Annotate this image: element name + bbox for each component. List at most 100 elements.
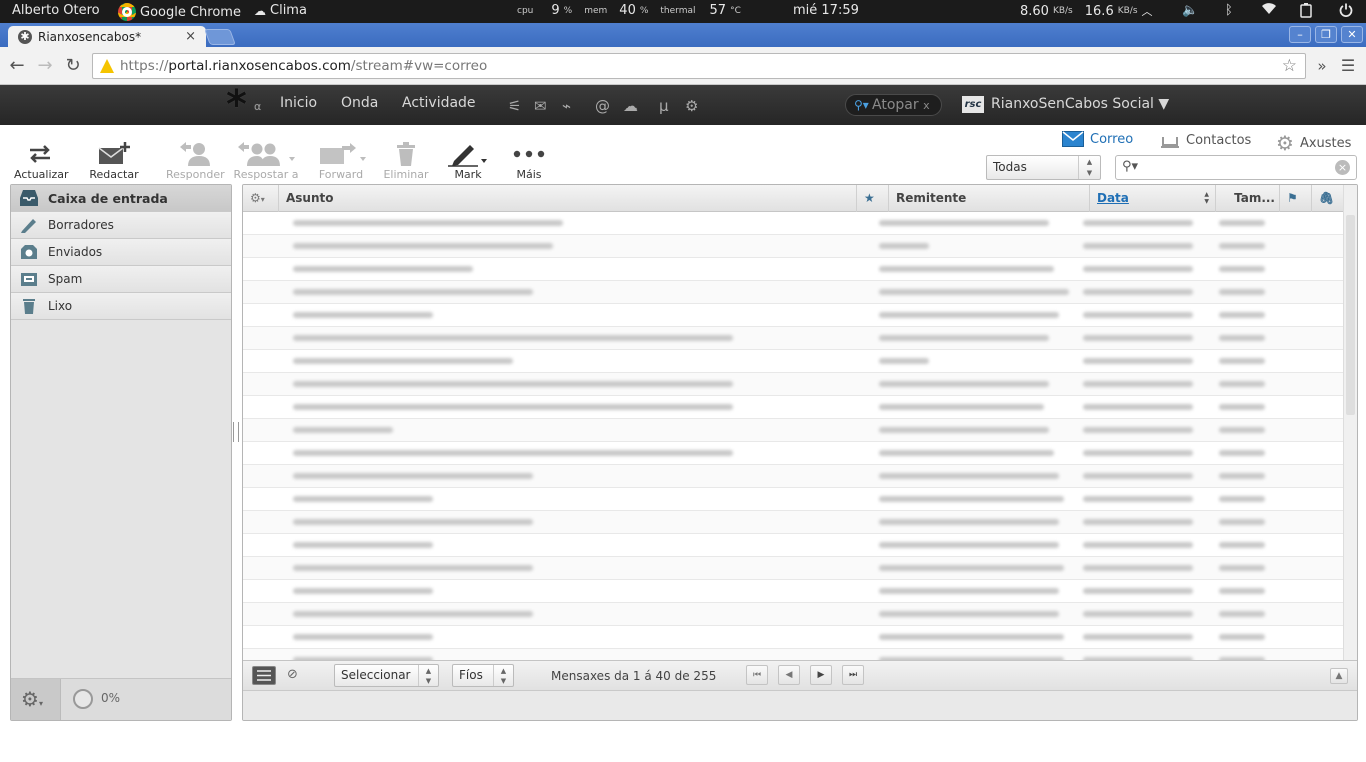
scrollbar-thumb[interactable] (1346, 215, 1355, 415)
tab-close-icon[interactable]: × (185, 29, 196, 44)
refresh-button[interactable]: Actualizar (14, 140, 69, 181)
bluetooth-icon[interactable]: ᛒ (1225, 3, 1233, 18)
table-row[interactable] (243, 419, 1343, 442)
gear-icon[interactable]: ⚙ (685, 97, 698, 115)
nav-actividade[interactable]: Actividade (402, 95, 476, 111)
clear-search-icon[interactable]: × (1335, 160, 1350, 175)
mark-button[interactable]: Mark (446, 140, 490, 181)
table-row[interactable] (243, 580, 1343, 603)
mail-icon[interactable]: ✉ (534, 97, 547, 115)
forward-icon[interactable]: → (35, 56, 55, 76)
forward-button[interactable]: Forward (316, 140, 366, 181)
previous-page-icon[interactable]: ◀ (778, 665, 800, 685)
table-row[interactable] (243, 603, 1343, 626)
message-filter-select[interactable]: Todas ▲ ▼ (986, 155, 1101, 180)
tab-correo[interactable]: Correo (1062, 131, 1133, 147)
column-flag-icon[interactable]: ⚑ (1280, 185, 1312, 212)
network-selector[interactable]: RianxoSenCabos Social ▼ (991, 96, 1169, 112)
site-logo[interactable]: * α (226, 85, 261, 125)
next-page-icon[interactable]: ▶ (810, 665, 832, 685)
list-options-gear-icon[interactable]: ⚙▾ (243, 185, 279, 212)
table-row[interactable] (243, 626, 1343, 649)
column-attachment-icon[interactable]: 🖇 (1312, 185, 1344, 212)
table-row[interactable] (243, 488, 1343, 511)
battery-icon[interactable] (1300, 3, 1312, 18)
redacted-cell (879, 404, 1044, 410)
more-button[interactable]: Máis (508, 140, 550, 181)
last-page-icon[interactable]: ⏭ (842, 665, 864, 685)
power-icon[interactable] (1339, 3, 1353, 17)
table-row[interactable] (243, 327, 1343, 350)
redacted-cell (293, 611, 533, 617)
folder-inbox[interactable]: Caixa de entrada (11, 185, 231, 212)
nav-onda[interactable]: Onda (341, 95, 378, 111)
table-row[interactable] (243, 511, 1343, 534)
panel-splitter[interactable] (233, 422, 239, 442)
column-sender[interactable]: Remitente (889, 185, 1090, 212)
new-tab-button[interactable] (204, 29, 236, 45)
column-flagged-star-icon[interactable]: ★ (857, 185, 889, 212)
column-size[interactable]: Tam... (1216, 185, 1280, 212)
volume-icon[interactable]: 🔈 (1182, 3, 1198, 18)
weather-applet[interactable]: ☁ Clima (254, 3, 307, 18)
mail-search-input[interactable]: ⚲▾ × (1115, 155, 1357, 180)
address-bar[interactable]: https://portal.rianxosencabos.com/stream… (92, 53, 1306, 79)
table-row[interactable] (243, 235, 1343, 258)
reload-icon[interactable]: ↻ (63, 56, 83, 76)
tab-axustes[interactable]: ⚙ Axustes (1276, 131, 1351, 155)
search-clear-icon[interactable]: x (923, 99, 930, 112)
back-icon[interactable]: ← (7, 56, 27, 76)
wifi-icon[interactable] (1262, 3, 1276, 15)
reply-button[interactable]: Responder (166, 140, 225, 181)
restore-window-button[interactable]: ❐ (1315, 26, 1337, 43)
list-scrollbar[interactable] (1343, 185, 1357, 660)
clock[interactable]: mié 17:59 (793, 3, 859, 18)
extensions-overflow-button[interactable]: » (1312, 56, 1332, 76)
close-window-button[interactable]: ✕ (1341, 26, 1363, 43)
bookmark-star-icon[interactable]: ☆ (1282, 56, 1297, 76)
folder-trash[interactable]: Lixo (11, 293, 231, 320)
threads-dropdown[interactable]: Fíos ▲ ▼ (452, 664, 514, 687)
table-row[interactable] (243, 350, 1343, 373)
table-row[interactable] (243, 304, 1343, 327)
search-options-icon[interactable]: ⚲▾ (1122, 159, 1138, 174)
table-row[interactable] (243, 465, 1343, 488)
column-date-label: Data (1097, 191, 1129, 205)
table-row[interactable] (243, 534, 1343, 557)
folder-drafts[interactable]: Borradores (11, 212, 231, 239)
folder-spam[interactable]: Spam (11, 266, 231, 293)
cloud-icon[interactable]: ☁ (623, 97, 638, 115)
satellite-icon[interactable]: ⚟ (508, 97, 521, 115)
browser-tab[interactable]: ✱ Rianxosencabos* × (8, 26, 206, 47)
table-row[interactable] (243, 258, 1343, 281)
list-view-icon[interactable] (252, 666, 276, 685)
redacted-cell (879, 542, 1059, 548)
select-dropdown[interactable]: Seleccionar ▲ ▼ (334, 664, 439, 687)
thread-view-icon[interactable]: ⊘ (287, 667, 298, 682)
expand-preview-icon[interactable]: ▲ (1330, 668, 1348, 684)
first-page-icon[interactable]: ⏮ (746, 665, 768, 685)
table-row[interactable] (243, 281, 1343, 304)
table-row[interactable] (243, 212, 1343, 235)
redacted-cell (293, 565, 533, 571)
table-row[interactable] (243, 442, 1343, 465)
search-input[interactable]: ⚲▾ Atopar x (845, 94, 942, 116)
tab-contactos[interactable]: Contactos (1160, 131, 1251, 149)
table-row[interactable] (243, 396, 1343, 419)
column-subject[interactable]: Asunto (279, 185, 857, 212)
torrent-icon[interactable]: µ (659, 97, 669, 115)
pulse-icon[interactable]: ⌁ (562, 97, 571, 115)
chrome-menu-icon[interactable]: ☰ (1338, 56, 1358, 76)
folder-settings-gear-icon[interactable]: ⚙▾ (11, 679, 61, 720)
folder-sent[interactable]: Enviados (11, 239, 231, 266)
minimize-window-button[interactable]: – (1289, 26, 1311, 43)
column-date[interactable]: Data ▲ ▼ (1090, 185, 1216, 212)
table-row[interactable] (243, 557, 1343, 580)
table-row[interactable] (243, 373, 1343, 396)
user-menu[interactable]: Alberto Otero (12, 3, 100, 18)
delete-button[interactable]: Eliminar (383, 140, 429, 181)
nav-inicio[interactable]: Inicio (280, 95, 317, 111)
system-monitor[interactable]: cpu 9% mem 40% thermal 57 °C (517, 3, 741, 18)
active-app[interactable]: Google Chrome (118, 3, 241, 21)
at-icon[interactable]: @ (595, 97, 610, 115)
